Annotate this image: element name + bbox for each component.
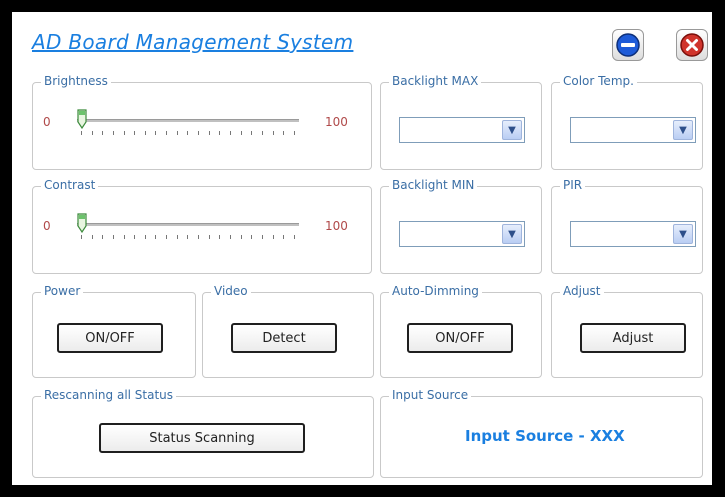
pir-select[interactable]: ▼ (570, 221, 696, 247)
brightness-label: Brightness (41, 74, 111, 88)
adjust-group: Adjust Adjust (551, 284, 703, 378)
contrast-label: Contrast (41, 178, 99, 192)
contrast-slider-thumb[interactable] (77, 213, 87, 233)
power-label: Power (41, 284, 84, 298)
color-temp-select[interactable]: ▼ (570, 117, 696, 143)
video-label: Video (211, 284, 251, 298)
chevron-down-icon[interactable]: ▼ (673, 224, 693, 244)
chevron-down-icon[interactable]: ▼ (502, 120, 522, 140)
backlight-min-label: Backlight MIN (389, 178, 478, 192)
pir-group: PIR ▼ (551, 178, 703, 274)
auto-dimming-on-off-button[interactable]: ON/OFF (407, 323, 513, 353)
contrast-ticks (81, 235, 295, 239)
brightness-ticks (81, 131, 295, 135)
contrast-group: Contrast 0 100 (32, 178, 372, 274)
minimize-button[interactable] (612, 29, 644, 61)
contrast-min-label: 0 (43, 219, 51, 233)
input-source-label: Input Source (389, 388, 472, 402)
app-title: AD Board Management System (32, 30, 354, 54)
color-temp-label: Color Temp. (560, 74, 637, 88)
contrast-max-label: 100 (325, 219, 348, 233)
power-group: Power ON/OFF (32, 284, 196, 378)
input-source-value: Input Source - XXX (465, 427, 625, 445)
brightness-max-label: 100 (325, 115, 348, 129)
adjust-button[interactable]: Adjust (580, 323, 686, 353)
auto-dimming-label: Auto-Dimming (389, 284, 482, 298)
pir-label: PIR (560, 178, 586, 192)
brightness-group: Brightness 0 100 (32, 74, 372, 170)
power-on-off-button[interactable]: ON/OFF (57, 323, 163, 353)
close-button[interactable] (676, 29, 708, 61)
app-window: AD Board Management System Brightness 0 … (12, 12, 712, 485)
adjust-label: Adjust (560, 284, 604, 298)
chevron-down-icon[interactable]: ▼ (502, 224, 522, 244)
video-detect-button[interactable]: Detect (231, 323, 337, 353)
status-scanning-button[interactable]: Status Scanning (99, 423, 305, 453)
backlight-max-label: Backlight MAX (389, 74, 482, 88)
contrast-track[interactable] (77, 223, 299, 226)
brightness-min-label: 0 (43, 115, 51, 129)
minimize-icon (616, 33, 640, 57)
chevron-down-icon[interactable]: ▼ (673, 120, 693, 140)
close-icon (680, 33, 704, 57)
rescan-group: Rescanning all Status Status Scanning (32, 388, 374, 478)
input-source-group: Input Source Input Source - XXX (380, 388, 703, 478)
rescan-label: Rescanning all Status (41, 388, 177, 402)
brightness-track[interactable] (77, 119, 299, 122)
backlight-min-group: Backlight MIN ▼ (380, 178, 542, 274)
brightness-slider-thumb[interactable] (77, 109, 87, 129)
backlight-max-group: Backlight MAX ▼ (380, 74, 542, 170)
color-temp-group: Color Temp. ▼ (551, 74, 703, 170)
auto-dimming-group: Auto-Dimming ON/OFF (380, 284, 542, 378)
backlight-min-select[interactable]: ▼ (399, 221, 525, 247)
backlight-max-select[interactable]: ▼ (399, 117, 525, 143)
video-group: Video Detect (202, 284, 374, 378)
